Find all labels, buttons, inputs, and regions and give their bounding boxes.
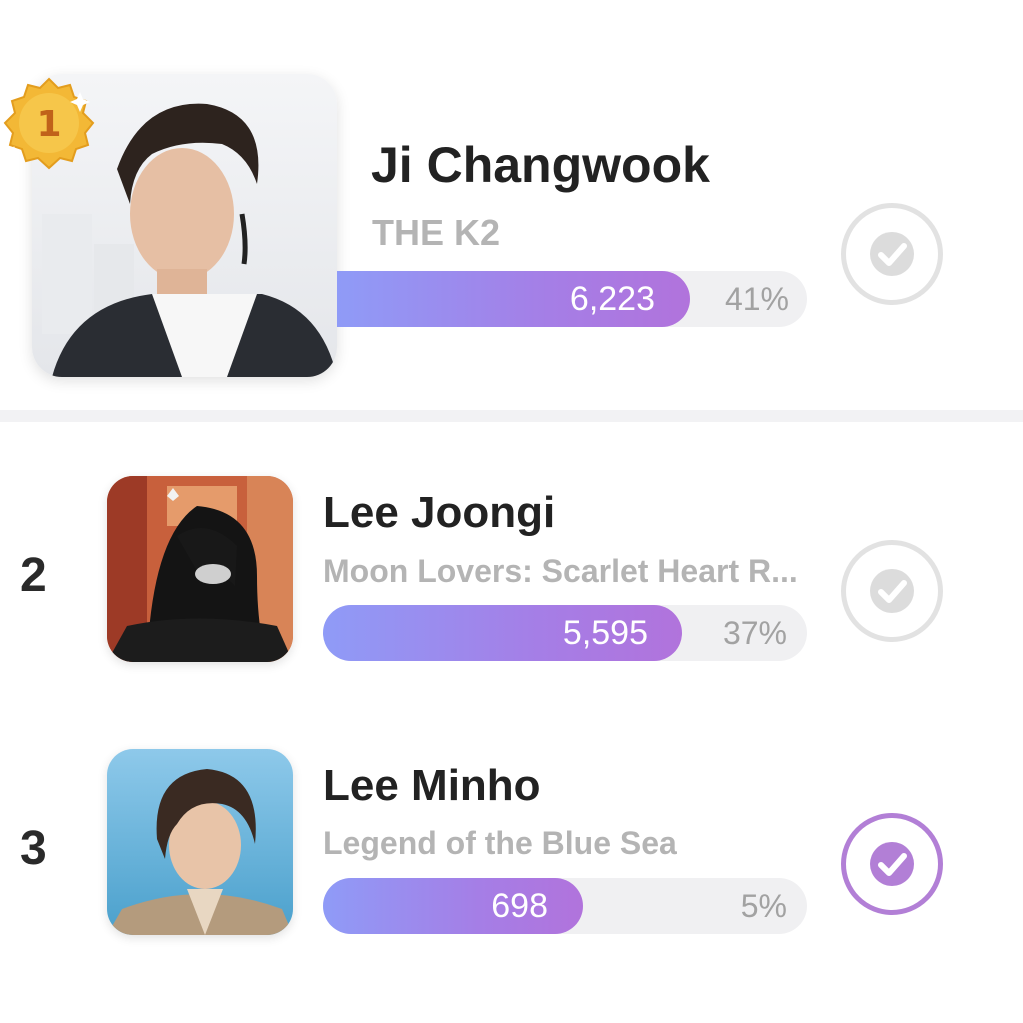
check-icon bbox=[870, 569, 914, 613]
vote-check-button[interactable] bbox=[841, 540, 943, 642]
ranking-item-3[interactable]: 3 Lee Minho Legend of the Blue Sea 698 5… bbox=[0, 715, 1023, 965]
drama-title: THE K2 bbox=[372, 212, 501, 253]
drama-title: Moon Lovers: Scarlet Heart R... bbox=[323, 553, 798, 589]
vote-percent: 5% bbox=[740, 888, 787, 924]
ranking-item-2[interactable]: 2 Lee Joongi Moon Lovers: Scarlet Heart … bbox=[0, 440, 1023, 690]
vote-bar: 5,595 37% bbox=[323, 605, 807, 661]
drama-title: Legend of the Blue Sea bbox=[323, 825, 677, 861]
check-icon bbox=[870, 842, 914, 886]
vote-bar: 698 5% bbox=[323, 878, 807, 934]
vote-percent: 37% bbox=[722, 615, 787, 651]
vote-check-button[interactable] bbox=[841, 813, 943, 915]
ranking-item-1[interactable]: 1 Ji Changwook THE K2 6,223 41% bbox=[0, 0, 1023, 410]
vote-check-button[interactable] bbox=[841, 203, 943, 305]
celebrity-name: Lee Joongi bbox=[323, 488, 556, 537]
section-divider bbox=[0, 410, 1023, 422]
rank-number: 2 bbox=[20, 549, 47, 602]
svg-text:1: 1 bbox=[36, 104, 61, 145]
celebrity-name: Ji Changwook bbox=[371, 137, 710, 193]
vote-bar: 6,223 41% bbox=[337, 271, 807, 327]
gold-medal-icon: 1 bbox=[0, 76, 98, 174]
vote-percent: 41% bbox=[724, 281, 789, 317]
rank-number: 3 bbox=[20, 822, 47, 875]
check-icon bbox=[870, 232, 914, 276]
avatar bbox=[107, 749, 293, 935]
celebrity-name: Lee Minho bbox=[323, 761, 541, 810]
avatar bbox=[107, 476, 293, 662]
